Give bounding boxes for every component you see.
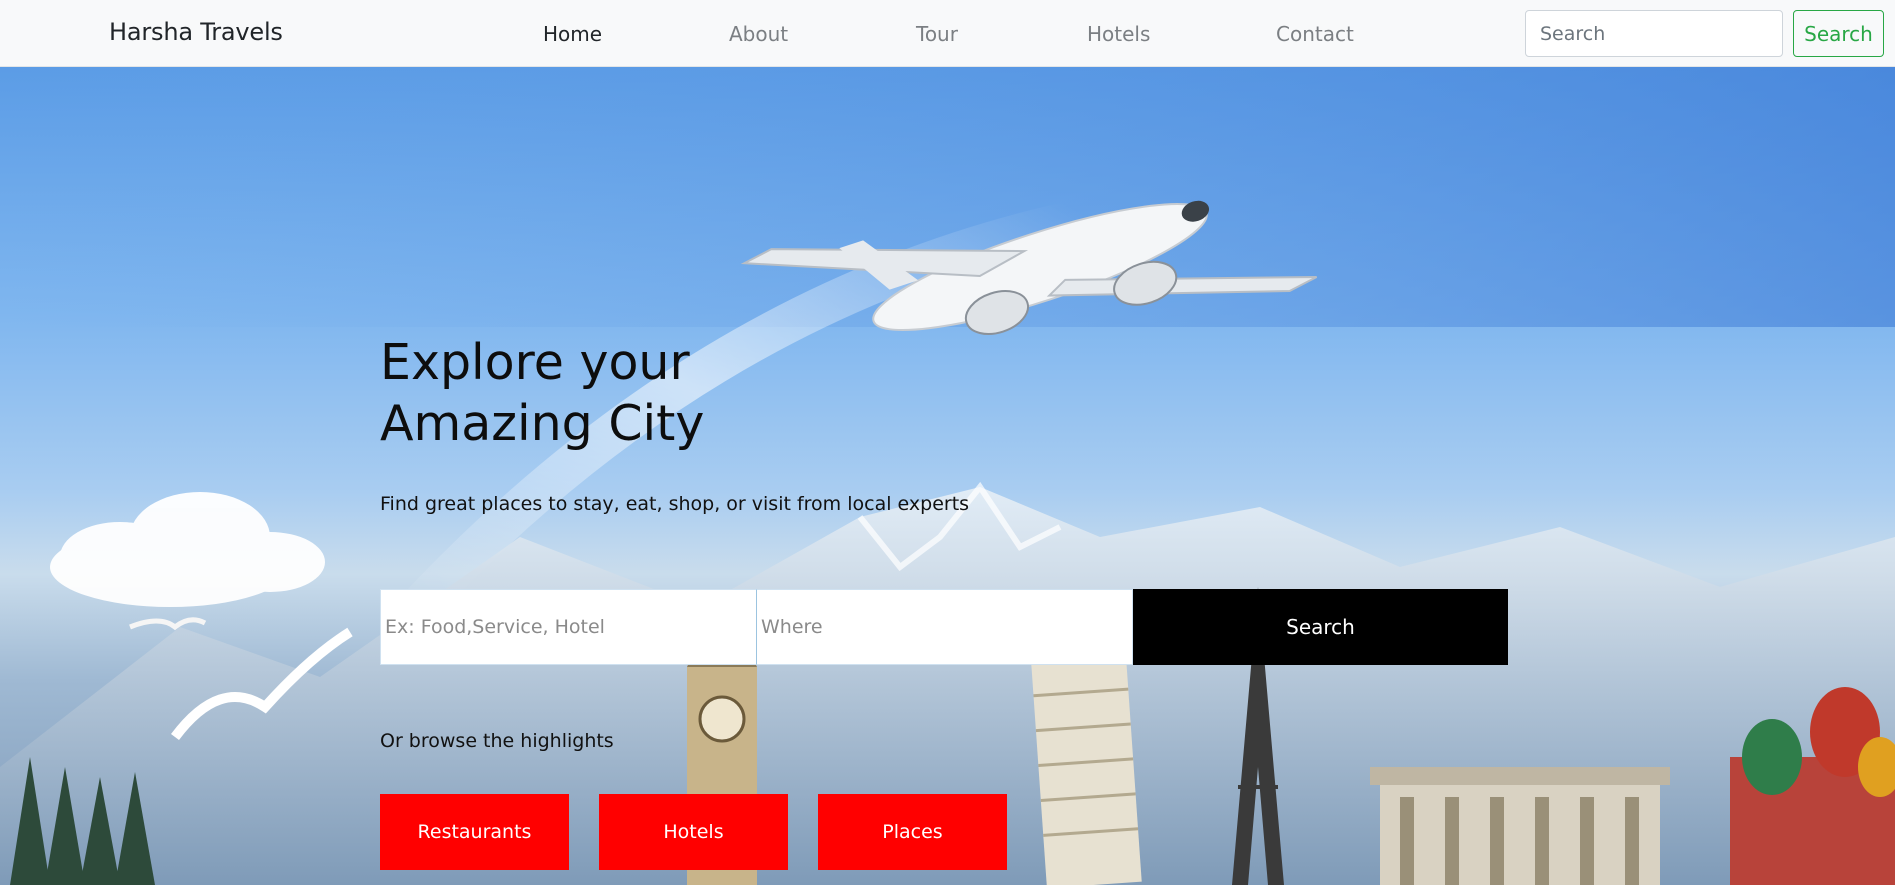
nav-link-tour[interactable]: Tour (916, 22, 958, 46)
category-restaurants-button[interactable]: Restaurants (380, 794, 569, 870)
category-places-button[interactable]: Places (818, 794, 1007, 870)
hero-section: Explore your Amazing City Find great pla… (0, 67, 1895, 885)
navbar: Harsha Travels Home About Tour Hotels Co… (0, 0, 1895, 67)
hero-subtitle: Find great places to stay, eat, shop, or… (380, 493, 970, 515)
browse-highlights-text: Or browse the highlights (380, 730, 614, 752)
nav-link-home[interactable]: Home (543, 22, 602, 46)
hero-background-image (0, 67, 1895, 885)
nav-link-about[interactable]: About (729, 22, 788, 46)
hero-title-line-1: Explore your (380, 334, 690, 391)
hero-title: Explore your Amazing City (380, 332, 880, 454)
nav-link-contact[interactable]: Contact (1276, 22, 1354, 46)
where-search-input[interactable] (756, 589, 1133, 665)
category-hotels-button[interactable]: Hotels (599, 794, 788, 870)
hero-search-button[interactable]: Search (1133, 589, 1508, 665)
nav-link-hotels[interactable]: Hotels (1087, 22, 1150, 46)
nav-search-input[interactable] (1525, 10, 1783, 57)
hero-title-line-2: Amazing City (380, 395, 705, 452)
brand-logo[interactable]: Harsha Travels (109, 18, 283, 46)
nav-search-button[interactable]: Search (1793, 10, 1884, 57)
what-search-input[interactable] (380, 589, 757, 665)
